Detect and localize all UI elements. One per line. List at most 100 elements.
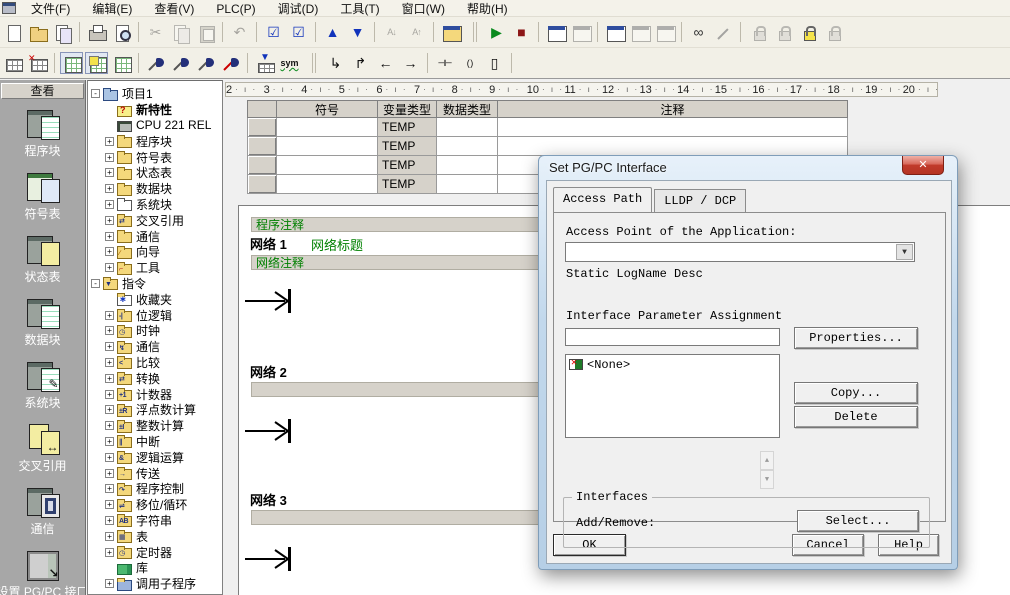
tree-item-data-block[interactable]: +数据块 [88, 181, 222, 197]
expand-box[interactable] [105, 121, 114, 130]
tree-item-shift-rotate[interactable]: +⇌移位/循环 [88, 497, 222, 513]
expand-box[interactable]: + [105, 342, 114, 351]
row-selector[interactable] [247, 137, 277, 156]
tree-item-wizard[interactable]: +∕向导 [88, 244, 222, 260]
pause-program-status-icon[interactable] [569, 21, 592, 43]
cut-icon[interactable]: ✂ [144, 21, 167, 43]
tree-item-string[interactable]: +AB字符串 [88, 513, 222, 529]
network-1-title[interactable]: 网络标题 [311, 235, 363, 254]
expand-box[interactable]: + [105, 437, 114, 446]
copy-icon[interactable] [169, 21, 192, 43]
line-right-icon[interactable]: → [399, 52, 422, 74]
row-selector[interactable] [247, 175, 277, 194]
open-branch-arrow[interactable] [245, 418, 299, 444]
tree-item-whats-new[interactable]: ?新特性 [88, 102, 222, 118]
tree-item-libraries[interactable]: 库 [88, 560, 222, 576]
tree-item-instructions[interactable]: -▼指令 [88, 276, 222, 292]
expand-box[interactable]: + [105, 405, 114, 414]
cell-symbol[interactable] [277, 118, 378, 137]
sort-ascending-icon[interactable]: A↑ [405, 21, 428, 43]
interface-parameter-input[interactable] [565, 328, 780, 346]
new-file-icon[interactable] [1, 21, 24, 43]
expand-box[interactable]: + [105, 232, 114, 241]
expand-box[interactable]: - [91, 89, 100, 98]
force-lock-icon[interactable] [746, 21, 769, 43]
download-icon[interactable]: ▼ [346, 21, 369, 43]
expand-box[interactable]: + [105, 579, 114, 588]
line-down-icon[interactable]: ↳ [324, 52, 347, 74]
cell-comment[interactable] [498, 137, 848, 156]
save-all-icon[interactable] [51, 21, 74, 43]
tree-item-bit-logic[interactable]: +-|位逻辑 [88, 307, 222, 323]
open-branch-arrow[interactable] [245, 546, 299, 572]
close-icon[interactable]: ✕ [902, 156, 944, 175]
menu-file[interactable]: 文件(F) [20, 1, 81, 17]
force-pen-icon[interactable] [712, 21, 735, 43]
tree-item-move[interactable]: +→传送 [88, 465, 222, 481]
menu-view[interactable]: 查看(V) [143, 1, 205, 17]
line-left-icon[interactable]: ← [374, 52, 397, 74]
force-partial-lock-icon[interactable] [796, 21, 819, 43]
line-up-icon[interactable]: ↱ [349, 52, 372, 74]
menu-window[interactable]: 窗口(W) [391, 1, 456, 17]
tree-item-program-block[interactable]: +程序块 [88, 133, 222, 149]
sidebar-item-set-pgpc-interface[interactable]: ↘设置 PG/PC 接口 [0, 546, 85, 595]
expand-box[interactable] [105, 105, 114, 114]
tree-item-program-control[interactable]: +↷程序控制 [88, 481, 222, 497]
expand-box[interactable]: + [105, 500, 114, 509]
expand-box[interactable]: + [105, 263, 114, 272]
tree-item-status-table[interactable]: +状态表 [88, 165, 222, 181]
run-icon[interactable]: ▶ [485, 21, 508, 43]
tree-item-convert[interactable]: +⇄转换 [88, 370, 222, 386]
expand-box[interactable]: + [105, 516, 114, 525]
tree-item-table[interactable]: +▦表 [88, 528, 222, 544]
sidebar-item-status-table[interactable]: 状态表 [0, 231, 85, 294]
cell-symbol[interactable] [277, 175, 378, 194]
sidebar-item-program-block[interactable]: 程序块 [0, 105, 85, 168]
sidebar-item-cross-reference[interactable]: ↔交叉引用 [0, 420, 85, 483]
tree-item-tools[interactable]: +⌐工具 [88, 260, 222, 276]
cell-var-type[interactable]: TEMP [378, 156, 437, 175]
expand-box[interactable]: + [105, 358, 114, 367]
menu-edit[interactable]: 编辑(E) [81, 1, 143, 17]
row-selector[interactable] [247, 156, 277, 175]
tree-item-symbol-table[interactable]: +符号表 [88, 149, 222, 165]
drag-down-wand-icon[interactable] [169, 52, 192, 74]
open-branch-arrow[interactable] [245, 288, 299, 314]
expand-box[interactable]: + [105, 421, 114, 430]
cell-data-type[interactable] [437, 175, 498, 194]
cell-var-type[interactable]: TEMP [378, 175, 437, 194]
cell-data-type[interactable] [437, 118, 498, 137]
expand-box[interactable]: + [105, 374, 114, 383]
tree-item-project[interactable]: -项目1 [88, 86, 222, 102]
cell-data-type[interactable] [437, 137, 498, 156]
expand-box[interactable]: + [105, 484, 114, 493]
cell-var-type[interactable]: TEMP [378, 137, 437, 156]
properties-button[interactable]: Properties... [794, 327, 918, 349]
symbol-table-view-icon[interactable] [110, 52, 133, 74]
expand-box[interactable]: - [91, 279, 100, 288]
menu-help[interactable]: 帮助(H) [456, 1, 519, 17]
list-item[interactable]: <None> [569, 357, 776, 372]
upload-icon[interactable]: ▲ [321, 21, 344, 43]
drag-up-wand-icon[interactable] [194, 52, 217, 74]
options-window-icon[interactable] [439, 21, 462, 43]
tree-item-compare[interactable]: +<比较 [88, 355, 222, 371]
cell-data-type[interactable] [437, 156, 498, 175]
insert-network-icon[interactable] [1, 52, 24, 74]
tree-item-float-math[interactable]: +±R浮点数计算 [88, 402, 222, 418]
menu-tools[interactable]: 工具(T) [329, 1, 390, 17]
expand-box[interactable]: + [105, 390, 114, 399]
cell-symbol[interactable] [277, 137, 378, 156]
open-icon[interactable] [26, 21, 49, 43]
arrow-down-icon[interactable]: ▼ [760, 470, 774, 489]
delete-button[interactable]: Delete [794, 406, 918, 428]
expand-box[interactable] [105, 295, 114, 304]
contact-icon[interactable]: ⊣⊢ [433, 52, 456, 74]
tree-item-call-subroutine[interactable]: +调用子程序 [88, 576, 222, 592]
stop-icon[interactable]: ■ [510, 21, 533, 43]
tree-item-interrupt[interactable]: +∥中断 [88, 434, 222, 450]
expand-box[interactable]: + [105, 311, 114, 320]
tree-item-comm-instr[interactable]: +↯通信 [88, 339, 222, 355]
expand-box[interactable]: + [105, 153, 114, 162]
